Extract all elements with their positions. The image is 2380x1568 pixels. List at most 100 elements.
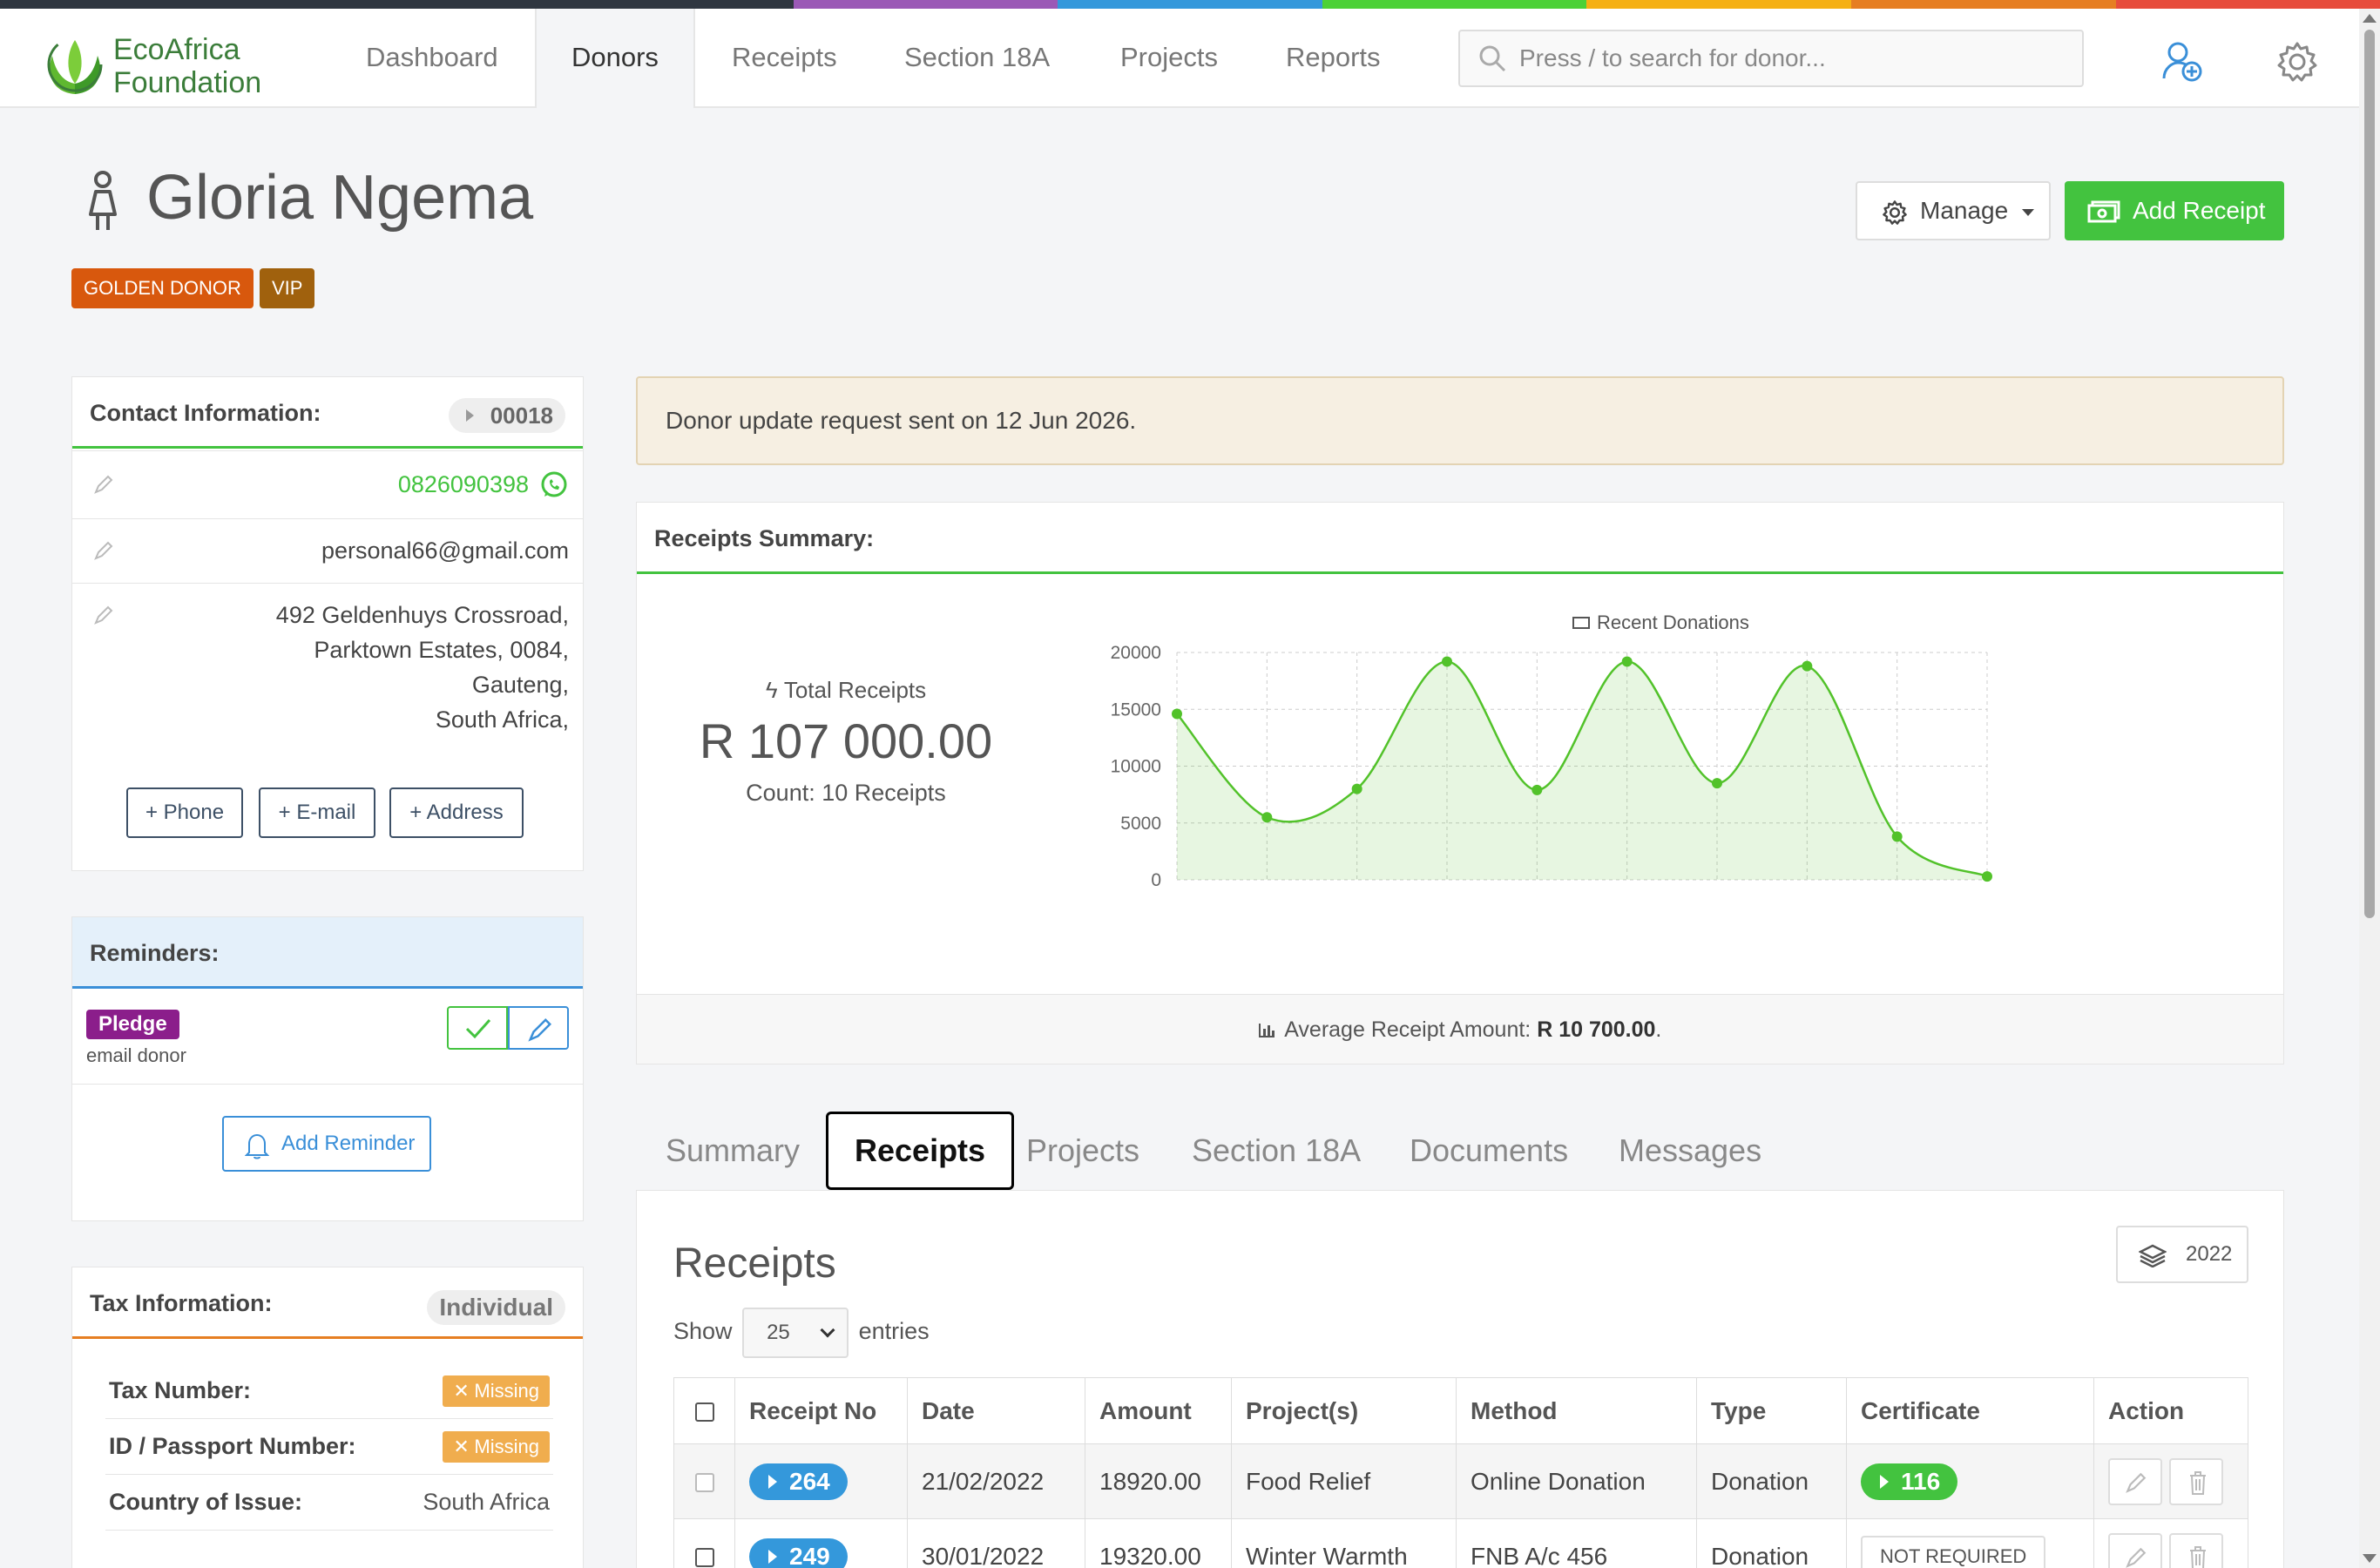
caret-right-icon xyxy=(465,409,474,422)
amount-cell: 18920.00 xyxy=(1085,1443,1232,1519)
data-point xyxy=(1261,812,1273,823)
address-line: Parktown Estates, 0084, xyxy=(314,637,569,663)
col-amount[interactable]: Amount xyxy=(1085,1377,1232,1444)
tab-receipts[interactable]: Receipts xyxy=(826,1112,1015,1190)
data-point xyxy=(1891,831,1903,842)
donor-id: 00018 xyxy=(490,402,553,429)
search-icon xyxy=(1479,45,1506,72)
donor-name: Gloria Ngema xyxy=(146,163,534,233)
entries-select[interactable]: 25 xyxy=(742,1308,849,1358)
receipts-table: Receipt No Date Amount Project(s) Method… xyxy=(673,1377,2248,1568)
color-segment xyxy=(793,0,1058,9)
pencil-icon[interactable] xyxy=(93,540,114,561)
receipt-number: 249 xyxy=(789,1542,830,1568)
receipt-number-pill[interactable]: 264 xyxy=(749,1463,848,1500)
y-tick-label: 15000 xyxy=(1111,700,1161,720)
add-receipt-button[interactable]: Add Receipt xyxy=(2065,181,2284,240)
brand-logo[interactable]: EcoAfrica Foundation xyxy=(44,24,287,99)
certificate-status: NOT REQUIRED xyxy=(1861,1535,2046,1568)
id-passport-row: ID / Passport Number: ✕ Missing xyxy=(105,1419,553,1475)
chart-title: Recent Donations xyxy=(1597,612,1749,633)
cash-icon xyxy=(2087,200,2120,223)
scroll-thumb[interactable] xyxy=(2364,30,2375,918)
bell-icon xyxy=(245,1133,269,1159)
edit-reminder-button[interactable] xyxy=(508,1006,569,1050)
pencil-icon xyxy=(528,1017,552,1042)
col-certificate[interactable]: Certificate xyxy=(1846,1377,2094,1444)
col-projects[interactable]: Project(s) xyxy=(1231,1377,1457,1444)
trash-icon xyxy=(2189,1545,2206,1568)
col-receipt-no[interactable]: Receipt No xyxy=(734,1377,908,1444)
tab-documents[interactable]: Documents xyxy=(1383,1112,1594,1190)
check-icon xyxy=(465,1018,491,1039)
add-email-button[interactable]: + E-mail xyxy=(259,787,375,838)
edit-receipt-button[interactable] xyxy=(2108,1532,2162,1568)
add-address-button[interactable]: + Address xyxy=(389,787,524,838)
year-filter-button[interactable]: 2022 xyxy=(2116,1226,2248,1283)
reminder-note: email donor xyxy=(86,1044,186,1066)
receipt-number-pill[interactable]: 249 xyxy=(749,1538,848,1568)
add-receipt-label: Add Receipt xyxy=(2133,197,2266,224)
delete-receipt-button[interactable] xyxy=(2168,1532,2223,1568)
tab-messages[interactable]: Messages xyxy=(1592,1112,1788,1190)
caret-right-icon xyxy=(768,1549,777,1564)
chevron-down-icon xyxy=(820,1322,835,1338)
manage-button[interactable]: Manage xyxy=(1856,181,2051,240)
add-phone-button[interactable]: + Phone xyxy=(126,787,243,838)
color-segment xyxy=(264,0,530,9)
avg-label: Average Receipt Amount: xyxy=(1284,1017,1538,1042)
missing-badge: ✕ Missing xyxy=(443,1431,550,1463)
whatsapp-icon[interactable] xyxy=(539,470,569,500)
nav-donors[interactable]: Donors xyxy=(535,9,695,108)
summary-title: Receipts Summary: xyxy=(637,503,2283,574)
address-line: 492 Geldenhuys Crossroad, xyxy=(275,602,569,628)
pencil-icon[interactable] xyxy=(93,605,114,625)
bar-chart-icon xyxy=(1258,1024,1275,1038)
pencil-icon xyxy=(2126,1547,2147,1568)
nav-dashboard[interactable]: Dashboard xyxy=(331,9,533,106)
col-type[interactable]: Type xyxy=(1696,1377,1847,1444)
scroll-down-arrow[interactable] xyxy=(2363,1554,2377,1563)
date-cell: 21/02/2022 xyxy=(907,1443,1085,1519)
pencil-icon[interactable] xyxy=(93,474,114,495)
scroll-up-arrow[interactable] xyxy=(2363,14,2377,23)
add-user-icon[interactable] xyxy=(2160,40,2204,84)
color-segment xyxy=(1586,0,1851,9)
color-segment xyxy=(1058,0,1322,9)
edit-receipt-button[interactable] xyxy=(2108,1457,2162,1505)
nav-receipts[interactable]: Receipts xyxy=(697,9,872,106)
nav-reports[interactable]: Reports xyxy=(1251,9,1416,106)
action-cell xyxy=(2093,1443,2248,1519)
col-action: Action xyxy=(2093,1377,2248,1444)
layers-icon xyxy=(2139,1244,2167,1267)
color-segment xyxy=(1850,0,2116,9)
gear-icon[interactable] xyxy=(2275,40,2319,84)
donor-update-alert: Donor update request sent on 12 Jun 2026… xyxy=(636,376,2284,465)
type-cell: Donation xyxy=(1696,1443,1847,1519)
complete-reminder-button[interactable] xyxy=(447,1006,508,1050)
delete-receipt-button[interactable] xyxy=(2168,1457,2223,1505)
tax-title: Tax Information: xyxy=(90,1290,273,1316)
col-date[interactable]: Date xyxy=(907,1377,1085,1444)
row-checkbox[interactable] xyxy=(694,1548,714,1568)
phone-number[interactable]: 0826090398 xyxy=(398,467,529,502)
caret-down-icon xyxy=(2021,208,2034,216)
tab-projects[interactable]: Projects xyxy=(1000,1112,1166,1190)
tab-summary[interactable]: Summary xyxy=(639,1112,826,1190)
col-method[interactable]: Method xyxy=(1456,1377,1697,1444)
row-checkbox[interactable] xyxy=(694,1473,714,1493)
top-navbar: EcoAfrica Foundation Dashboard Donors Re… xyxy=(0,9,2359,108)
nav-section-18a[interactable]: Section 18A xyxy=(869,9,1085,106)
nav-projects[interactable]: Projects xyxy=(1085,9,1253,106)
select-all-checkbox[interactable] xyxy=(694,1402,714,1423)
receipt-number: 264 xyxy=(789,1467,830,1495)
certificate-pill[interactable]: 116 xyxy=(1861,1463,1958,1500)
certificate-cell: 116 xyxy=(1846,1443,2094,1519)
tab-section-18a[interactable]: Section 18A xyxy=(1166,1112,1387,1190)
add-reminder-label: Add Reminder xyxy=(281,1132,416,1155)
entries-label: entries xyxy=(858,1318,930,1345)
search-input[interactable] xyxy=(1519,31,2042,85)
page-scrollbar[interactable] xyxy=(2359,9,2380,1568)
phone-row: 0826090398 xyxy=(72,450,583,518)
add-reminder-button[interactable]: Add Reminder xyxy=(222,1116,431,1172)
